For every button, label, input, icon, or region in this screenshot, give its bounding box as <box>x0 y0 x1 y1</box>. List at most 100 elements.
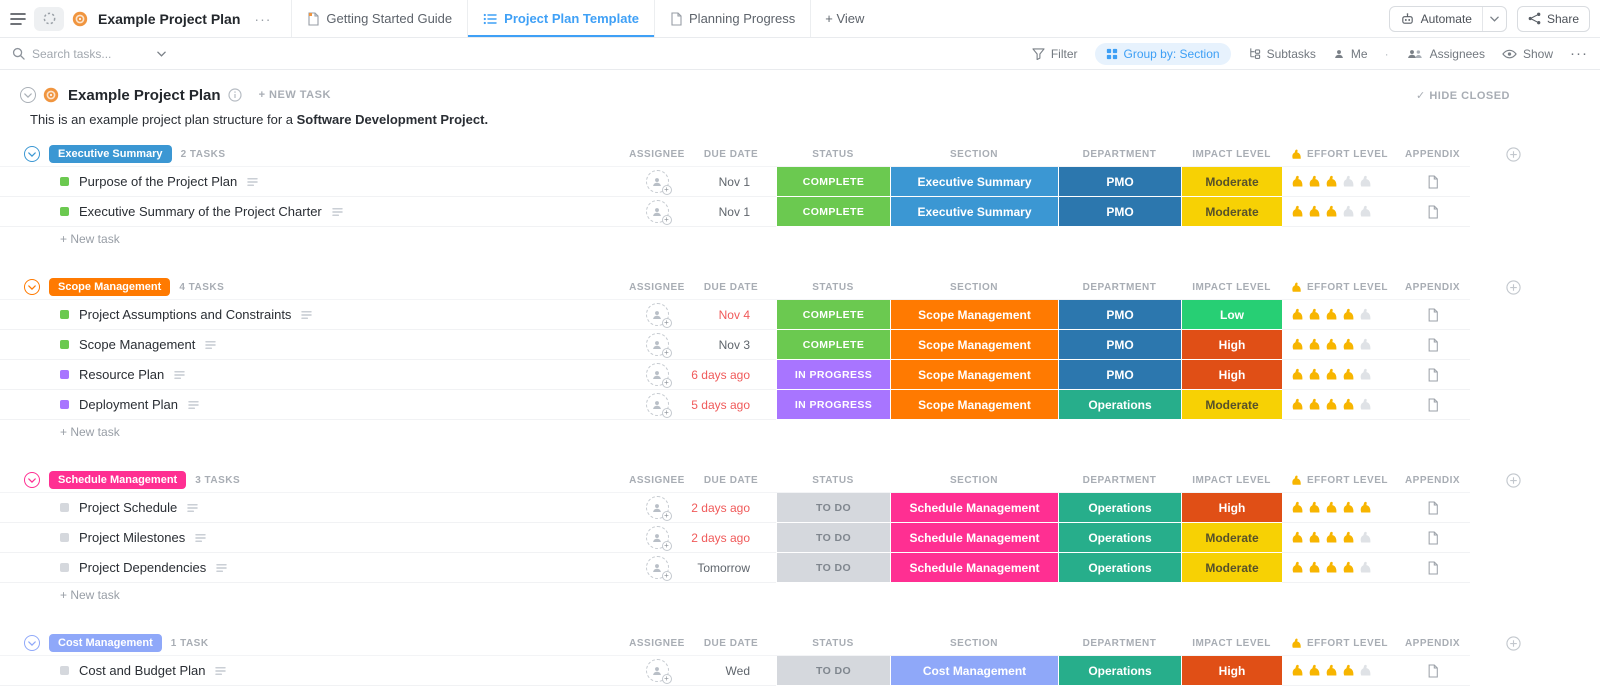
effort-cell[interactable] <box>1282 390 1395 420</box>
section-cell[interactable]: Executive Summary <box>890 167 1058 197</box>
task-row[interactable]: Project Milestones + 2 days ago TO DO Sc… <box>0 523 1600 553</box>
search-collapse-icon[interactable] <box>157 51 166 57</box>
task-name[interactable]: Deployment Plan <box>79 397 178 412</box>
group-by-button[interactable]: Group by: Section <box>1095 43 1231 65</box>
department-cell[interactable]: Operations <box>1058 523 1181 553</box>
due-date[interactable]: 6 days ago <box>686 360 776 390</box>
impact-cell[interactable]: High <box>1181 493 1282 523</box>
status-cell[interactable]: COMPLETE <box>776 330 890 360</box>
task-row[interactable]: Cost and Budget Plan + Wed TO DO Cost Ma… <box>0 656 1600 686</box>
task-row[interactable]: Project Schedule + 2 days ago TO DO Sche… <box>0 493 1600 523</box>
task-status-bullet[interactable] <box>60 370 69 379</box>
task-row[interactable]: Deployment Plan + 5 days ago IN PROGRESS… <box>0 390 1600 420</box>
due-date[interactable]: Nov 4 <box>686 300 776 330</box>
show-button[interactable]: Show <box>1502 47 1553 61</box>
task-status-bullet[interactable] <box>60 400 69 409</box>
section-cell[interactable]: Scope Management <box>890 330 1058 360</box>
status-cell[interactable]: IN PROGRESS <box>776 390 890 420</box>
add-column-button[interactable] <box>1506 147 1521 162</box>
task-name[interactable]: Executive Summary of the Project Charter <box>79 204 322 219</box>
group-badge[interactable]: Schedule Management <box>49 471 186 489</box>
section-cell[interactable]: Cost Management <box>890 656 1058 686</box>
effort-cell[interactable] <box>1282 360 1395 390</box>
add-assignee-button[interactable]: + <box>646 200 669 223</box>
section-cell[interactable]: Schedule Management <box>890 553 1058 583</box>
task-description-icon[interactable] <box>188 400 199 410</box>
effort-cell[interactable] <box>1282 493 1395 523</box>
automate-button[interactable]: Automate <box>1389 6 1507 32</box>
due-date[interactable]: Wed <box>686 656 776 686</box>
effort-cell[interactable] <box>1282 656 1395 686</box>
appendix-doc-icon[interactable] <box>1427 531 1439 545</box>
due-date[interactable]: 2 days ago <box>686 493 776 523</box>
task-row[interactable]: Purpose of the Project Plan + Nov 1 COMP… <box>0 167 1600 197</box>
appendix-doc-icon[interactable] <box>1427 368 1439 382</box>
department-cell[interactable]: PMO <box>1058 330 1181 360</box>
task-row[interactable]: Executive Summary of the Project Charter… <box>0 197 1600 227</box>
appendix-doc-icon[interactable] <box>1427 561 1439 575</box>
group-badge[interactable]: Scope Management <box>49 278 170 296</box>
task-status-bullet[interactable] <box>60 666 69 675</box>
task-name[interactable]: Project Dependencies <box>79 560 206 575</box>
due-date[interactable]: Nov 1 <box>686 197 776 227</box>
assignees-button[interactable]: Assignees <box>1406 47 1485 61</box>
task-status-bullet[interactable] <box>60 340 69 349</box>
effort-cell[interactable] <box>1282 523 1395 553</box>
due-date[interactable]: Tomorrow <box>686 553 776 583</box>
task-name[interactable]: Cost and Budget Plan <box>79 663 205 678</box>
status-cell[interactable]: TO DO <box>776 553 890 583</box>
task-row[interactable]: Project Dependencies + Tomorrow TO DO Sc… <box>0 553 1600 583</box>
status-cell[interactable]: TO DO <box>776 656 890 686</box>
add-task-row-button[interactable]: + New task <box>60 588 120 602</box>
share-button[interactable]: Share <box>1517 6 1590 32</box>
task-name[interactable]: Project Milestones <box>79 530 185 545</box>
effort-cell[interactable] <box>1282 300 1395 330</box>
section-cell[interactable]: Schedule Management <box>890 523 1058 553</box>
task-description-icon[interactable] <box>216 563 227 573</box>
task-row[interactable]: Project Assumptions and Constraints + No… <box>0 300 1600 330</box>
task-name[interactable]: Project Assumptions and Constraints <box>79 307 291 322</box>
group-collapse-icon[interactable] <box>24 146 40 162</box>
toolbar-more-button[interactable]: ··· <box>1570 45 1588 62</box>
hide-closed-button[interactable]: ✓ HIDE CLOSED <box>1416 89 1510 102</box>
add-column-button[interactable] <box>1506 636 1521 651</box>
group-collapse-icon[interactable] <box>24 472 40 488</box>
due-date[interactable]: Nov 3 <box>686 330 776 360</box>
tab-project-plan-template[interactable]: Project Plan Template <box>467 0 654 37</box>
group-collapse-icon[interactable] <box>24 635 40 651</box>
impact-cell[interactable]: Moderate <box>1181 523 1282 553</box>
add-assignee-button[interactable]: + <box>646 363 669 386</box>
appendix-doc-icon[interactable] <box>1427 664 1439 678</box>
task-name[interactable]: Scope Management <box>79 337 195 352</box>
appendix-doc-icon[interactable] <box>1427 501 1439 515</box>
impact-cell[interactable]: Moderate <box>1181 197 1282 227</box>
task-status-bullet[interactable] <box>60 563 69 572</box>
task-name[interactable]: Project Schedule <box>79 500 177 515</box>
department-cell[interactable]: Operations <box>1058 493 1181 523</box>
task-status-bullet[interactable] <box>60 533 69 542</box>
task-description-icon[interactable] <box>301 310 312 320</box>
add-assignee-button[interactable]: + <box>646 170 669 193</box>
department-cell[interactable]: PMO <box>1058 360 1181 390</box>
info-icon[interactable] <box>228 88 242 102</box>
add-assignee-button[interactable]: + <box>646 496 669 519</box>
add-column-button[interactable] <box>1506 473 1521 488</box>
task-row[interactable]: Scope Management + Nov 3 COMPLETE Scope … <box>0 330 1600 360</box>
appendix-doc-icon[interactable] <box>1427 398 1439 412</box>
impact-cell[interactable]: Moderate <box>1181 167 1282 197</box>
due-date[interactable]: 2 days ago <box>686 523 776 553</box>
task-status-bullet[interactable] <box>60 207 69 216</box>
department-cell[interactable]: PMO <box>1058 300 1181 330</box>
add-task-row-button[interactable]: + New task <box>60 425 120 439</box>
task-name[interactable]: Resource Plan <box>79 367 164 382</box>
department-cell[interactable]: Operations <box>1058 390 1181 420</box>
me-filter-button[interactable]: Me <box>1333 47 1368 61</box>
due-date[interactable]: 5 days ago <box>686 390 776 420</box>
title-more-button[interactable]: ··· <box>248 11 277 27</box>
task-description-icon[interactable] <box>195 533 206 543</box>
section-cell[interactable]: Executive Summary <box>890 197 1058 227</box>
status-cell[interactable]: TO DO <box>776 523 890 553</box>
appendix-doc-icon[interactable] <box>1427 175 1439 189</box>
status-cell[interactable]: COMPLETE <box>776 197 890 227</box>
add-assignee-button[interactable]: + <box>646 526 669 549</box>
